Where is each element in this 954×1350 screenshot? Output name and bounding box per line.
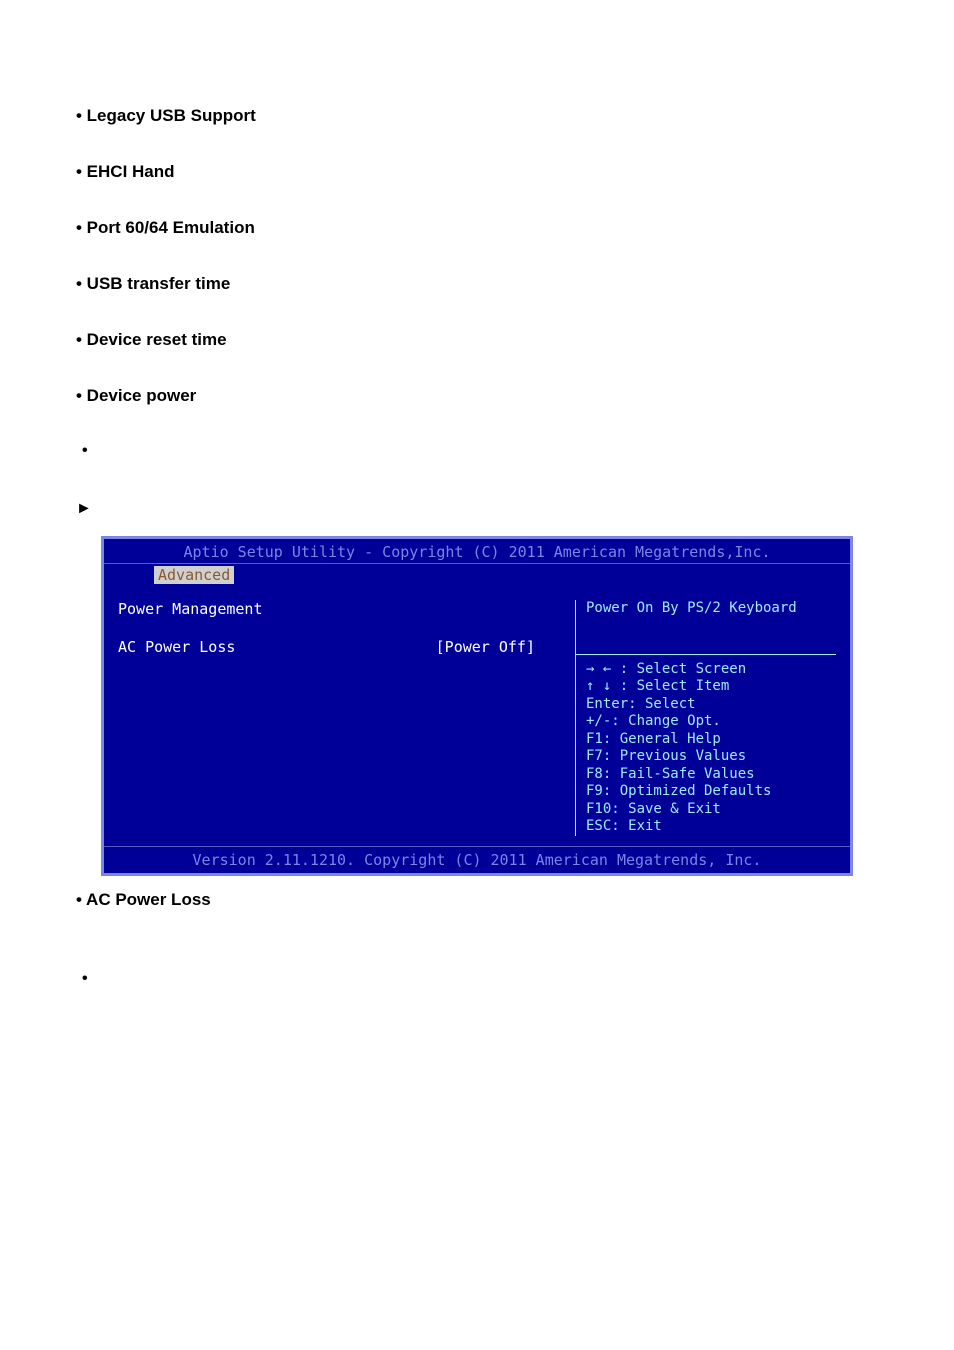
bios-help-line: → ← : Select Screen xyxy=(586,661,836,679)
bios-help-line: Enter: Select xyxy=(586,696,836,714)
bullet-legacy-usb: • Legacy USB Support xyxy=(76,106,878,126)
triangle-marker: ► xyxy=(76,500,878,518)
bios-screenshot: Aptio Setup Utility - Copyright (C) 2011… xyxy=(101,536,853,876)
bios-option-row[interactable]: AC Power Loss [Power Off] xyxy=(118,638,575,656)
bios-option-value[interactable]: [Power Off] xyxy=(436,638,535,656)
bios-help-title: Power On By PS/2 Keyboard xyxy=(586,600,836,618)
bios-tab-row: Advanced xyxy=(104,564,850,586)
bullet-device-power: • Device power xyxy=(76,386,878,406)
bios-section-title: Power Management xyxy=(118,600,575,618)
bios-tab-advanced[interactable]: Advanced xyxy=(154,566,234,584)
top-comma: , xyxy=(76,60,878,76)
bios-footer: Version 2.11.1210. Copyright (C) 2011 Am… xyxy=(104,846,850,873)
bullet-ac-power-loss: • AC Power Loss xyxy=(76,890,878,910)
bios-help-line: ↑ ↓ : Select Item xyxy=(586,678,836,696)
bullet-port-emulation: • Port 60/64 Emulation xyxy=(76,218,878,238)
bios-help-line: F1: General Help xyxy=(586,731,836,749)
bios-help-line: ESC: Exit xyxy=(586,818,836,836)
bios-header: Aptio Setup Utility - Copyright (C) 2011… xyxy=(104,539,850,564)
lone-dot-1: • xyxy=(82,442,878,460)
bios-help-line: F10: Save & Exit xyxy=(586,801,836,819)
lone-dot-2: • xyxy=(82,970,878,988)
bios-help-line: +/-: Change Opt. xyxy=(586,713,836,731)
bios-left-pane: Power Management AC Power Loss [Power Of… xyxy=(118,600,575,836)
bullet-list: • Legacy USB Support • EHCI Hand • Port … xyxy=(76,106,878,406)
bullet-ehci-hand: • EHCI Hand xyxy=(76,162,878,182)
bios-help-line: F8: Fail-Safe Values xyxy=(586,766,836,784)
bios-option-label: AC Power Loss xyxy=(118,638,235,656)
bullet-usb-transfer-time: • USB transfer time xyxy=(76,274,878,294)
bullet-device-reset-time: • Device reset time xyxy=(76,330,878,350)
bios-help-pane: Power On By PS/2 Keyboard → ← : Select S… xyxy=(575,600,836,836)
bios-help-line: F7: Previous Values xyxy=(586,748,836,766)
lower-comma: , xyxy=(656,1168,878,1184)
bios-help-line: F9: Optimized Defaults xyxy=(586,783,836,801)
